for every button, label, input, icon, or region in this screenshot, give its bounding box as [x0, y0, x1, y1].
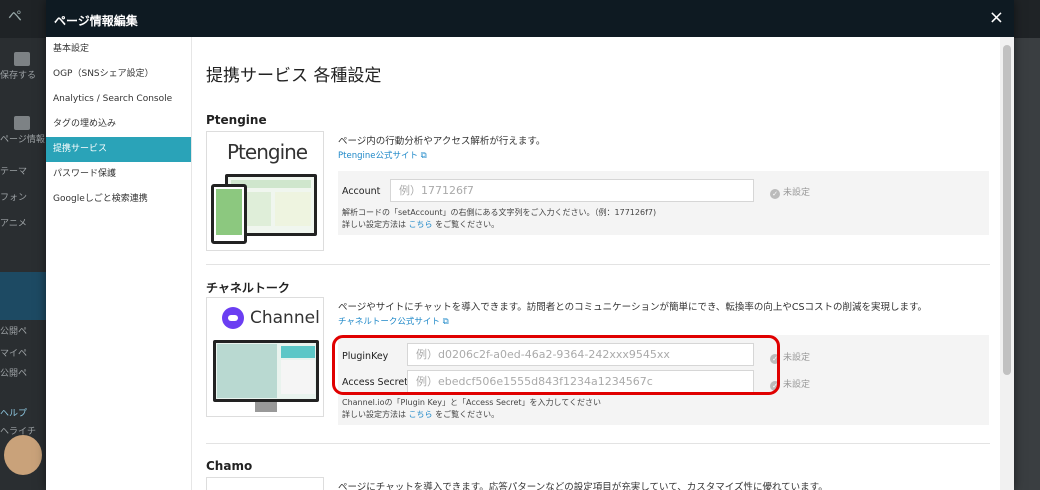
close-icon[interactable]: × — [989, 8, 1004, 28]
page-title: 提携サービス 各種設定 — [206, 66, 382, 86]
channel-note: Channel.ioの「Plugin Key」と「Access Secret」を… — [342, 398, 602, 407]
bg-logo: ペ — [8, 9, 22, 25]
ptengine-logo: Ptengine — [227, 140, 308, 164]
account-help-note: 詳しい設定方法は こちら をご覧ください。 — [342, 220, 500, 229]
bg-sidebar-item-theme: テーマ — [0, 167, 28, 177]
modal-scrollbar[interactable] — [1000, 37, 1014, 490]
bg-sidebar-item-help: ヘルプ — [0, 409, 28, 419]
page-info-modal: ページ情報編集 × 基本設定 OGP（SNSシェア設定） Analytics /… — [46, 0, 1014, 490]
account-input[interactable]: 例）177126f7 — [390, 179, 754, 202]
ptengine-official-link[interactable]: Ptengine公式サイト ⧉ — [338, 149, 427, 161]
channel-official-link[interactable]: チャネルトーク公式サイト ⧉ — [338, 315, 449, 327]
bg-sidebar-item-save: 保存する — [0, 52, 46, 81]
account-note: 解析コードの「setAccount」の右側にある文字列をご入力ください。（例：1… — [342, 208, 657, 217]
bg-monitor-block — [0, 272, 46, 320]
gear-icon — [14, 116, 30, 130]
bg-sidebar-item-animation: アニメ — [0, 219, 27, 229]
section-divider — [206, 443, 990, 444]
account-help-link[interactable]: こちら — [409, 220, 433, 229]
account-label: Account — [342, 186, 381, 197]
chamo-description: ページにチャットを導入できます。応答パターンなどの設定項目が充実していて、カスタ… — [338, 482, 828, 490]
account-status: ✓ 未設定 — [770, 185, 810, 199]
channel-screenshot-icon — [211, 340, 321, 416]
ptengine-heading: Ptengine — [206, 113, 267, 127]
nav-item-google-jobs[interactable]: Googleしごと検索連携 — [46, 187, 191, 212]
modal-title: ページ情報編集 — [54, 14, 138, 28]
chamo-heading: Chamo — [206, 459, 253, 473]
bg-sidebar-item-font: フォン — [0, 193, 28, 203]
channel-help-note: 詳しい設定方法は こちら をご覧ください。 — [342, 410, 500, 419]
ptengine-description: ページ内の行動分析やアクセス解析が行えます。 — [338, 136, 546, 147]
check-icon: ✓ — [770, 189, 780, 199]
nav-item-tags[interactable]: タグの埋め込み — [46, 112, 191, 137]
nav-item-ogp[interactable]: OGP（SNSシェア設定） — [46, 62, 191, 87]
ptengine-form: Account 例）177126f7 ✓ 未設定 解析コードの「setAccoun… — [338, 171, 989, 235]
content-area: 提携サービス 各種設定 Ptengine Ptengine ページ内の行動分析や… — [192, 37, 1000, 490]
nav-item-password[interactable]: パスワード保護 — [46, 162, 191, 187]
highlight-box — [332, 335, 780, 395]
nav-item-analytics[interactable]: Analytics / Search Console — [46, 87, 191, 112]
bg-sidebar-item-my-page: マイペ — [0, 349, 28, 359]
bg-sidebar-item-page-info: ページ情報 — [0, 116, 46, 145]
chamo-thumbnail — [206, 477, 324, 490]
settings-nav: 基本設定 OGP（SNSシェア設定） Analytics / Search Co… — [46, 37, 192, 490]
channel-heading: チャネルトーク — [206, 281, 290, 295]
section-divider — [206, 264, 990, 265]
ptengine-section: Ptengine Ptengine ページ内の行動分析やアクセス解析が行えます。… — [206, 113, 990, 273]
save-icon — [14, 52, 30, 66]
channel-help-link[interactable]: こちら — [409, 410, 433, 419]
channel-thumbnail: Channel — [206, 297, 324, 417]
bg-sidebar: 保存する ページ情報 テーマ フォン アニメ 公開ペ マイペ 公開ペ ヘルプ ヘ… — [0, 38, 46, 490]
chamo-section: Chamo ページにチャットを導入できます。応答パターンなどの設定項目が充実して… — [206, 459, 990, 490]
ptengine-screenshot-icon — [211, 174, 321, 244]
channel-logo: Channel — [250, 308, 320, 328]
bg-sidebar-item-public-1: 公開ペ — [0, 327, 28, 337]
bg-right-panel — [1014, 38, 1040, 490]
external-link-icon: ⧉ — [442, 317, 449, 327]
nav-item-basic[interactable]: 基本設定 — [46, 37, 191, 62]
channel-section: チャネルトーク Channel ページやサイトにチャットを導入できます。訪問者と… — [206, 279, 990, 439]
modal-header: ページ情報編集 × — [46, 0, 1014, 37]
channel-description: ページやサイトにチャットを導入できます。訪問者とのコミュニケーションが簡単にでき… — [338, 302, 928, 313]
avatar — [4, 435, 42, 475]
external-link-icon: ⧉ — [420, 151, 427, 161]
scrollbar-thumb[interactable] — [1003, 45, 1011, 375]
bg-sidebar-item-public-2: 公開ペ — [0, 369, 28, 379]
nav-item-partner-services[interactable]: 提携サービス — [46, 137, 191, 162]
ptengine-thumbnail: Ptengine — [206, 131, 324, 251]
